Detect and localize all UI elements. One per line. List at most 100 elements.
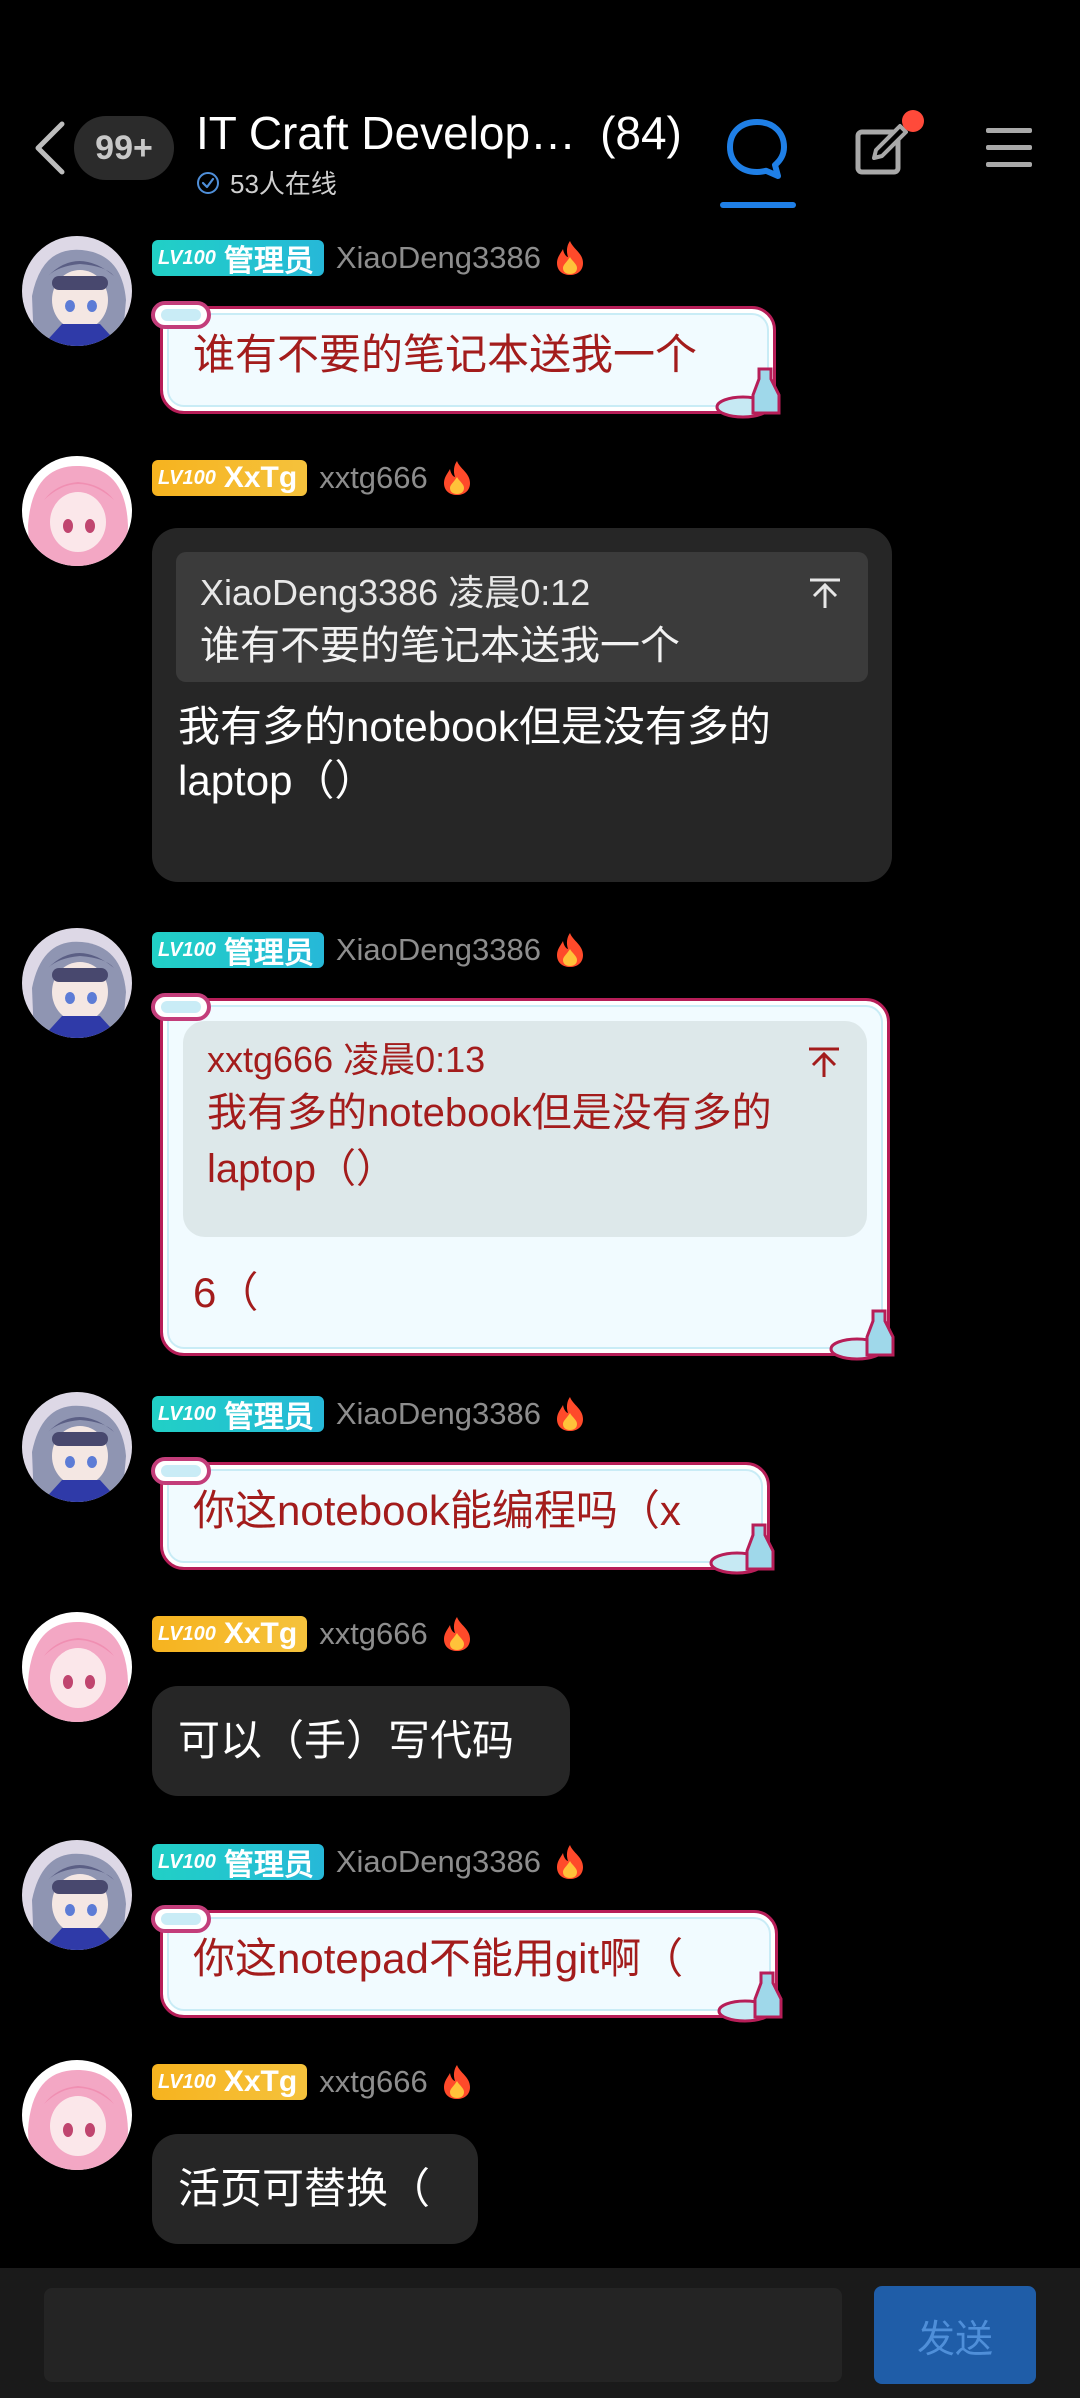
level-text: LV100	[158, 1850, 216, 1873]
message-bubble[interactable]: 谁有不要的笔记本送我一个	[151, 301, 781, 419]
role-text: XxTg	[223, 1617, 298, 1650]
role-text: 管理员	[223, 245, 314, 278]
online-count-text: 53人在线	[230, 169, 337, 199]
username[interactable]: xxtg666	[319, 1616, 428, 1652]
message-input[interactable]	[44, 2288, 842, 2382]
jump-to-top-icon[interactable]	[808, 576, 842, 610]
level-badge: LV100 XxTg	[152, 460, 308, 496]
level-text: LV100	[158, 246, 216, 269]
quote-text: 谁有不要的笔记本送我一个	[200, 624, 680, 668]
username[interactable]: XiaoDeng3386	[336, 932, 541, 968]
avatar[interactable]	[22, 1612, 132, 1722]
send-button[interactable]: 发送	[874, 2286, 1036, 2384]
level-badge: LV100 管理员	[152, 1844, 324, 1882]
fire-icon	[556, 1845, 583, 1879]
level-text: LV100	[158, 938, 216, 961]
message-item: LV100 管理员 XiaoDeng3386 你这notepad不能用git啊（	[0, 1840, 1080, 2023]
fire-icon	[556, 933, 583, 967]
flask-icon	[717, 1971, 783, 2023]
message-text: 可以（手）写代码	[178, 1717, 515, 1764]
online-status: 53人在线	[196, 164, 337, 201]
chat-bubble-icon[interactable]	[722, 114, 792, 184]
level-badge: LV100 XxTg	[152, 2064, 308, 2100]
level-badge: LV100 管理员	[152, 932, 324, 970]
message-item: LV100 管理员 XiaoDeng3386 你这notebook能编程吗（x	[0, 1392, 1080, 1575]
message-text: 我有多的notebook但是没有多的laptop（）	[178, 703, 771, 804]
message-meta: LV100 管理员 XiaoDeng3386	[152, 930, 587, 970]
username[interactable]: XiaoDeng3386	[336, 240, 541, 276]
member-count: (84)	[600, 107, 682, 159]
quote-author: xxtg666 凌晨0:13	[207, 1039, 486, 1080]
avatar[interactable]	[22, 928, 132, 1038]
fire-icon	[443, 461, 470, 495]
message-text: 谁有不要的笔记本送我一个	[193, 331, 698, 378]
level-text: LV100	[158, 1402, 216, 1425]
message-meta: LV100 XxTg xxtg666	[152, 1614, 474, 1654]
goggles-icon	[151, 1905, 211, 1933]
level-text: LV100	[158, 2070, 216, 2093]
avatar[interactable]	[22, 2060, 132, 2170]
message-item: LV100 管理员 XiaoDeng3386 xxtg666 凌晨0:13 我有…	[0, 928, 1080, 1361]
message-item: LV100 管理员 XiaoDeng3386 谁有不要的笔记本送我一个	[0, 236, 1080, 419]
flask-icon	[715, 367, 781, 419]
quote-text: 我有多的notebook但是没有多的laptop（）	[207, 1091, 772, 1191]
message-text: 活页可替换（	[178, 2165, 431, 2212]
role-text: 管理员	[223, 937, 314, 970]
message-bubble[interactable]: 活页可替换（	[152, 2134, 478, 2244]
quoted-message[interactable]: xxtg666 凌晨0:13 我有多的notebook但是没有多的laptop（…	[183, 1021, 867, 1237]
avatar[interactable]	[22, 1840, 132, 1950]
back-arrow-icon[interactable]	[28, 118, 72, 178]
notification-dot	[902, 110, 924, 132]
message-text: 你这notebook能编程吗（x	[193, 1487, 681, 1534]
avatar[interactable]	[22, 1392, 132, 1502]
message-meta: LV100 XxTg xxtg666	[152, 458, 474, 498]
message-meta: LV100 管理员 XiaoDeng3386	[152, 238, 587, 278]
message-bubble[interactable]: 可以（手）写代码	[152, 1686, 570, 1796]
verified-check-icon	[197, 171, 219, 194]
goggles-icon	[151, 301, 211, 329]
message-meta: LV100 管理员 XiaoDeng3386	[152, 1394, 587, 1434]
jump-to-top-icon[interactable]	[807, 1045, 841, 1079]
chat-header: 99+ IT Craft Develop… (84) 53人在线	[0, 0, 1080, 215]
message-item: LV100 XxTg xxtg666 活页可替换（	[0, 2060, 1080, 2250]
role-text: 管理员	[223, 1849, 314, 1882]
level-badge: LV100 管理员	[152, 1396, 324, 1434]
level-badge: LV100 管理员	[152, 240, 324, 278]
message-bubble[interactable]: xxtg666 凌晨0:13 我有多的notebook但是没有多的laptop（…	[151, 993, 895, 1361]
flask-icon	[829, 1309, 895, 1361]
menu-icon[interactable]	[984, 124, 1034, 172]
message-text: 6（	[193, 1269, 259, 1316]
fire-icon	[443, 1617, 470, 1651]
message-text: 你这notepad不能用git啊（	[193, 1935, 684, 1982]
username[interactable]: XiaoDeng3386	[336, 1844, 541, 1880]
message-item: LV100 XxTg xxtg666 可以（手）写代码	[0, 1612, 1080, 1802]
fire-icon	[556, 1397, 583, 1431]
edit-post-icon[interactable]	[852, 120, 912, 180]
username[interactable]: XiaoDeng3386	[336, 1396, 541, 1432]
quote-author: XiaoDeng3386 凌晨0:12	[200, 572, 591, 613]
level-badge: LV100 XxTg	[152, 1616, 308, 1652]
message-item: LV100 XxTg xxtg666 XiaoDeng3386 凌晨0:12 谁…	[0, 456, 1080, 886]
username[interactable]: xxtg666	[319, 2064, 428, 2100]
message-bubble[interactable]: 你这notepad不能用git啊（	[151, 1905, 783, 2023]
unread-count-badge[interactable]: 99+	[74, 116, 174, 180]
message-meta: LV100 XxTg xxtg666	[152, 2062, 474, 2102]
message-bubble[interactable]: XiaoDeng3386 凌晨0:12 谁有不要的笔记本送我一个 我有多的not…	[152, 528, 892, 882]
goggles-icon	[151, 1457, 211, 1485]
role-text: XxTg	[223, 2065, 298, 2098]
username[interactable]: xxtg666	[319, 460, 428, 496]
message-bubble[interactable]: 你这notebook能编程吗（x	[151, 1457, 775, 1575]
quoted-message[interactable]: XiaoDeng3386 凌晨0:12 谁有不要的笔记本送我一个	[176, 552, 868, 682]
message-meta: LV100 管理员 XiaoDeng3386	[152, 1842, 587, 1882]
flask-icon	[709, 1523, 775, 1575]
active-tab-indicator	[720, 202, 796, 208]
level-text: LV100	[158, 1622, 216, 1645]
avatar[interactable]	[22, 236, 132, 346]
fire-icon	[556, 241, 583, 275]
group-title[interactable]: IT Craft Develop… (84)	[196, 106, 682, 160]
avatar[interactable]	[22, 456, 132, 566]
group-name: IT Craft Develop…	[196, 107, 577, 159]
role-text: 管理员	[223, 1401, 314, 1434]
fire-icon	[443, 2065, 470, 2099]
message-composer: 发送	[0, 2268, 1080, 2398]
